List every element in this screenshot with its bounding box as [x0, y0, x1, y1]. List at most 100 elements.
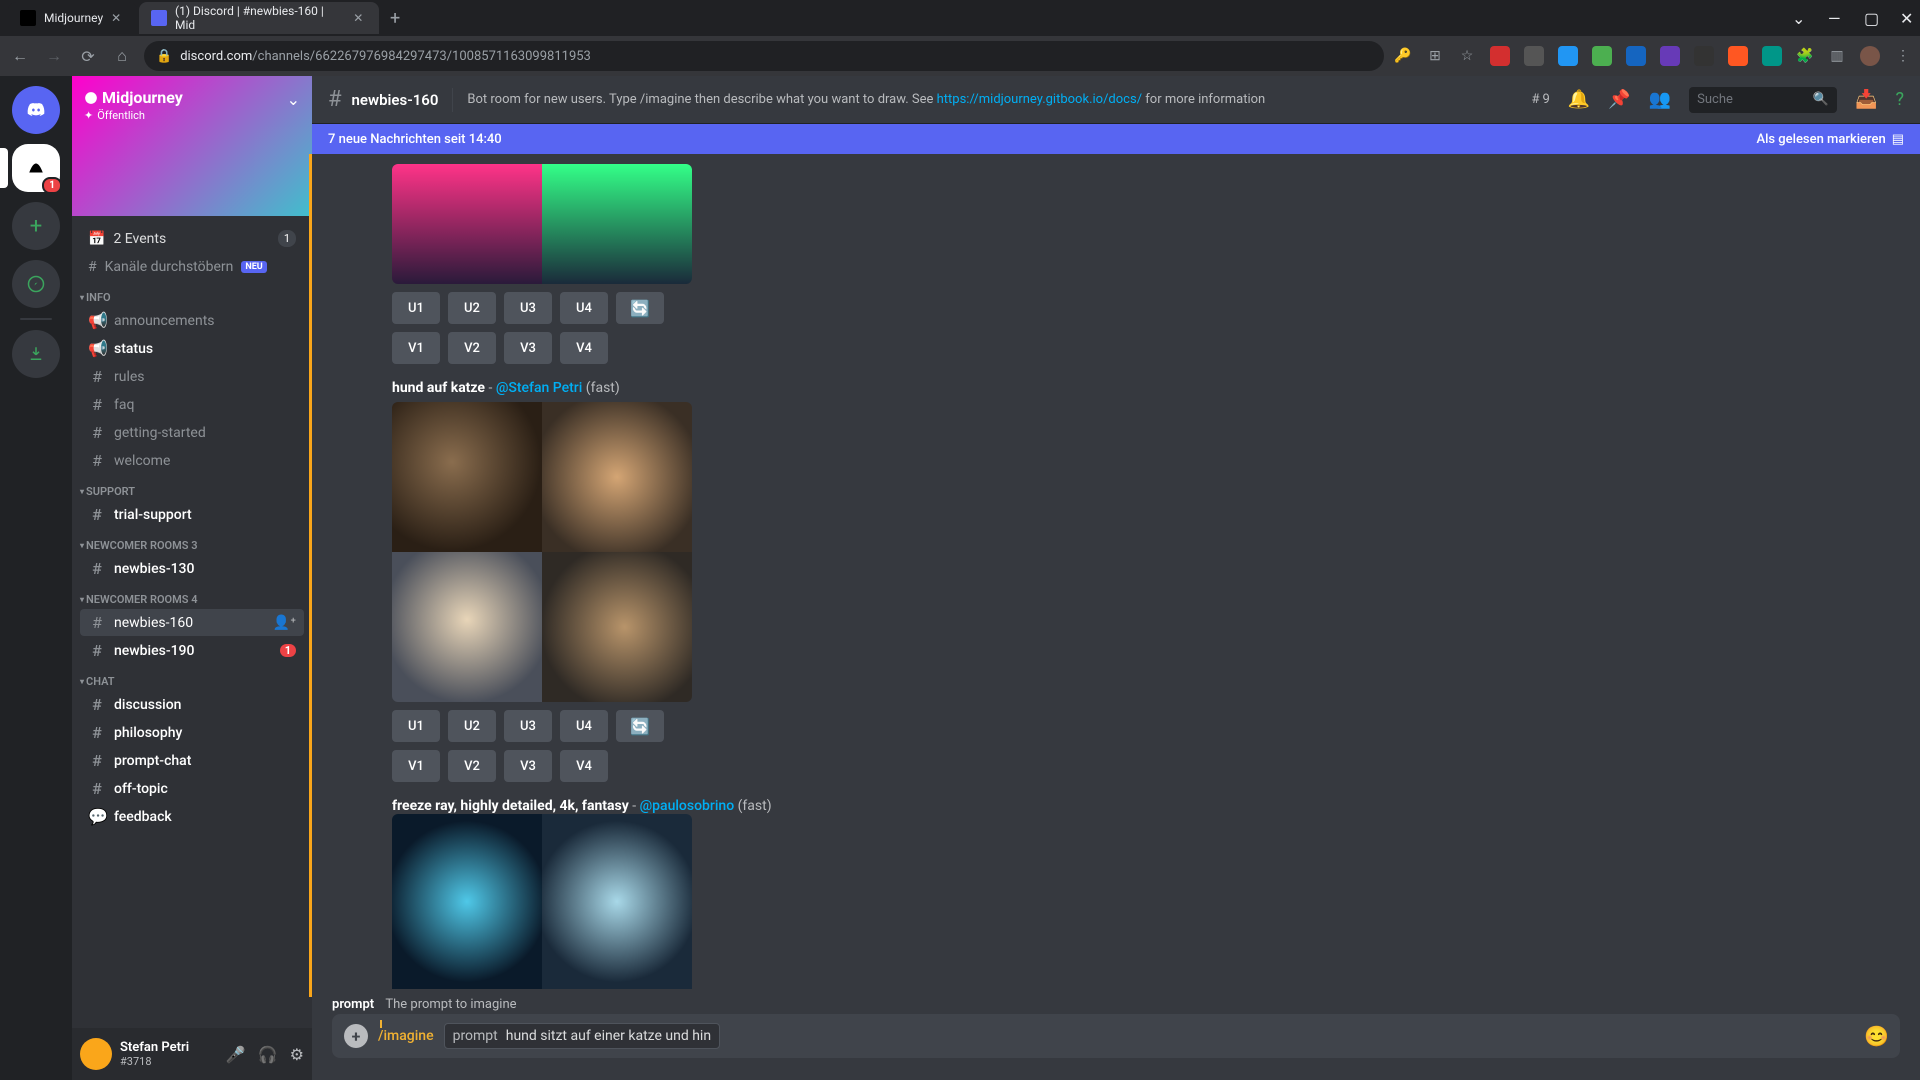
extension-icon[interactable] — [1694, 46, 1714, 66]
variation-1-button[interactable]: V1 — [392, 332, 440, 364]
extension-icon[interactable] — [1558, 46, 1578, 66]
category-support[interactable]: ▾SUPPORT — [72, 475, 312, 500]
channel-list[interactable]: 📅 2 Events 1 # Kanäle durchstöbern NEU ▾… — [72, 216, 312, 1028]
variation-2-button[interactable]: V2 — [448, 332, 496, 364]
upscale-2-button[interactable]: U2 — [448, 292, 496, 324]
category-newcomer3[interactable]: ▾NEWCOMER ROOMS 3 — [72, 529, 312, 554]
reroll-button[interactable]: 🔄 — [616, 710, 664, 742]
inbox-icon[interactable]: 📥 — [1855, 89, 1877, 110]
close-icon[interactable]: ✕ — [1900, 9, 1912, 28]
user-mention[interactable]: @paulosobrino — [640, 798, 735, 814]
channel-getting-started[interactable]: #getting-started — [80, 419, 304, 446]
extension-icon[interactable] — [1762, 46, 1782, 66]
extensions-icon[interactable]: 🧩 — [1796, 47, 1814, 65]
download-button[interactable] — [12, 330, 60, 378]
channel-newbies-190[interactable]: #newbies-1901 — [80, 637, 304, 664]
upscale-4-button[interactable]: U4 — [560, 710, 608, 742]
message-list[interactable]: U1 U2 U3 U4 🔄 V1 V2 V3 V4 hund auf katze — [309, 154, 1920, 997]
upscale-3-button[interactable]: U3 — [504, 710, 552, 742]
channel-feedback[interactable]: 💬feedback — [80, 803, 304, 830]
threads-button[interactable]: #9 — [1532, 92, 1550, 107]
category-chat[interactable]: ▾CHAT — [72, 665, 312, 690]
key-icon[interactable]: 🔑 — [1394, 47, 1412, 65]
menu-icon[interactable]: ⋮ — [1894, 47, 1912, 65]
channel-welcome[interactable]: #welcome — [80, 447, 304, 474]
channel-newbies-130[interactable]: #newbies-130 — [80, 555, 304, 582]
invite-icon[interactable]: 👤⁺ — [273, 615, 296, 631]
user-avatar[interactable] — [80, 1038, 112, 1070]
channel-status[interactable]: 📢status — [80, 335, 304, 362]
notifications-icon[interactable]: 🔔 — [1568, 89, 1590, 110]
message-input[interactable]: + /imagine prompt hund sitzt auf einer k… — [332, 1014, 1900, 1058]
image-grid[interactable] — [392, 402, 692, 702]
generated-image[interactable] — [542, 814, 692, 989]
star-icon[interactable]: ☆ — [1458, 47, 1476, 65]
variation-4-button[interactable]: V4 — [560, 750, 608, 782]
close-icon[interactable]: ✕ — [353, 11, 367, 25]
channel-prompt-chat[interactable]: #prompt-chat — [80, 747, 304, 774]
install-icon[interactable]: ⊞ — [1426, 47, 1444, 65]
category-info[interactable]: ▾INFO — [72, 281, 312, 306]
profile-avatar[interactable] — [1860, 46, 1880, 66]
deafen-icon[interactable]: 🎧 — [258, 1045, 278, 1064]
chevron-down-icon[interactable]: ⌄ — [287, 90, 300, 109]
home-button[interactable]: ⌂ — [110, 44, 134, 68]
emoji-button[interactable]: 😊 — [1864, 1024, 1888, 1048]
mark-read-button[interactable]: Als gelesen markieren ▤ — [1756, 132, 1904, 147]
browser-tab-midjourney[interactable]: Midjourney ✕ — [8, 2, 137, 34]
url-bar[interactable]: 🔒 discord.com/channels/66226797698429747… — [144, 41, 1384, 71]
channel-philosophy[interactable]: #philosophy — [80, 719, 304, 746]
upscale-1-button[interactable]: U1 — [392, 292, 440, 324]
extension-icon[interactable] — [1660, 46, 1680, 66]
variation-1-button[interactable]: V1 — [392, 750, 440, 782]
variation-3-button[interactable]: V3 — [504, 750, 552, 782]
upscale-1-button[interactable]: U1 — [392, 710, 440, 742]
search-input[interactable]: Suche 🔍 — [1689, 87, 1837, 113]
extension-icon[interactable] — [1592, 46, 1612, 66]
mute-icon[interactable]: 🎤 — [226, 1045, 246, 1064]
pinned-icon[interactable]: 📌 — [1608, 89, 1630, 110]
user-mention[interactable]: @Stefan Petri — [496, 380, 582, 396]
generated-image[interactable] — [392, 552, 542, 702]
maximize-icon[interactable]: ▢ — [1864, 9, 1876, 28]
variation-4-button[interactable]: V4 — [560, 332, 608, 364]
extension-icon[interactable] — [1626, 46, 1646, 66]
generated-image[interactable] — [392, 402, 542, 552]
channel-rules[interactable]: #rules — [80, 363, 304, 390]
image-grid[interactable] — [392, 164, 692, 284]
generated-image[interactable] — [542, 164, 692, 284]
back-button[interactable]: ← — [8, 44, 32, 68]
server-midjourney[interactable]: 1 — [12, 144, 60, 192]
image-grid[interactable] — [392, 814, 692, 989]
user-info[interactable]: Stefan Petri #3718 — [120, 1040, 218, 1068]
explore-button[interactable] — [12, 260, 60, 308]
settings-icon[interactable]: ⚙ — [290, 1045, 304, 1064]
param-box[interactable]: prompt hund sitzt auf einer katze und hi… — [444, 1023, 720, 1049]
generated-image[interactable] — [392, 814, 542, 989]
upscale-3-button[interactable]: U3 — [504, 292, 552, 324]
members-icon[interactable]: 👥 — [1649, 89, 1671, 110]
server-banner[interactable]: Midjourney ✦Öffentlich ⌄ — [72, 76, 312, 216]
channel-discussion[interactable]: #discussion — [80, 691, 304, 718]
add-server-button[interactable]: + — [12, 202, 60, 250]
channel-newbies-160[interactable]: #newbies-160👤⁺ — [80, 609, 304, 636]
reroll-button[interactable]: 🔄 — [616, 292, 664, 324]
generated-image[interactable] — [392, 164, 542, 284]
channel-off-topic[interactable]: #off-topic — [80, 775, 304, 802]
events-row[interactable]: 📅 2 Events 1 — [72, 224, 312, 253]
generated-image[interactable] — [542, 402, 692, 552]
variation-3-button[interactable]: V3 — [504, 332, 552, 364]
new-messages-banner[interactable]: 7 neue Nachrichten seit 14:40 Als gelese… — [312, 124, 1920, 154]
chevron-down-icon[interactable]: ⌄ — [1792, 9, 1804, 28]
new-tab-button[interactable]: + — [381, 4, 409, 32]
close-icon[interactable]: ✕ — [111, 11, 125, 25]
discord-home[interactable] — [12, 86, 60, 134]
category-newcomer4[interactable]: ▾NEWCOMER ROOMS 4 — [72, 583, 312, 608]
help-icon[interactable]: ? — [1895, 89, 1904, 110]
sidepanel-icon[interactable]: ▥ — [1828, 47, 1846, 65]
topic-link[interactable]: https://midjourney.gitbook.io/docs/ — [937, 92, 1142, 107]
channel-trial-support[interactable]: #trial-support — [80, 501, 304, 528]
channel-faq[interactable]: #faq — [80, 391, 304, 418]
upscale-4-button[interactable]: U4 — [560, 292, 608, 324]
generated-image[interactable] — [542, 552, 692, 702]
